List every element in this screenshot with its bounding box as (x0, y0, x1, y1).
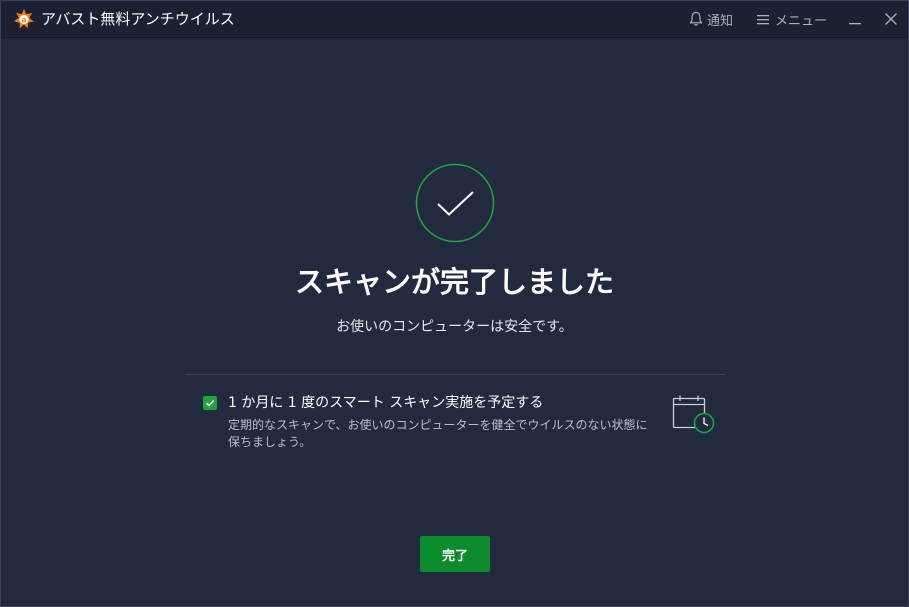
app-title: アバスト無料アンチウイルス (41, 10, 235, 28)
titlebar: a アバスト無料アンチウイルス 通知 メニュー (1, 1, 908, 38)
close-icon (885, 13, 897, 25)
schedule-description: 定期的なスキャンで、お使いのコンピューターを健全でウイルスのない状態に保ちましょ… (228, 418, 648, 449)
schedule-label[interactable]: 1 か月に 1 度のスマート スキャン実施を予定する (228, 393, 543, 413)
hamburger-icon (757, 14, 769, 24)
avast-logo-icon: a (14, 9, 34, 29)
schedule-checkbox[interactable] (203, 396, 217, 410)
minimize-button[interactable] (843, 7, 867, 31)
menu-button[interactable]: メニュー (757, 10, 828, 29)
app-window: a アバスト無料アンチウイルス 通知 メニュー スキャンが完了しました お使いの… (0, 0, 909, 607)
divider (185, 374, 725, 375)
minimize-icon (849, 23, 861, 25)
notification-button[interactable]: 通知 (689, 10, 734, 29)
checkmark-circle-icon (415, 163, 495, 243)
calendar-clock-icon (672, 395, 715, 434)
safe-message: お使いのコンピューターは安全です。 (336, 319, 573, 335)
notification-label: 通知 (707, 13, 734, 29)
checkbox-check-icon (205, 400, 215, 407)
bell-icon (689, 11, 703, 26)
svg-text:a: a (22, 15, 27, 24)
close-button[interactable] (879, 7, 903, 31)
menu-label: メニュー (775, 13, 828, 29)
scan-complete-title: スキャンが完了しました (294, 265, 614, 299)
done-button[interactable]: 完了 (420, 536, 490, 572)
